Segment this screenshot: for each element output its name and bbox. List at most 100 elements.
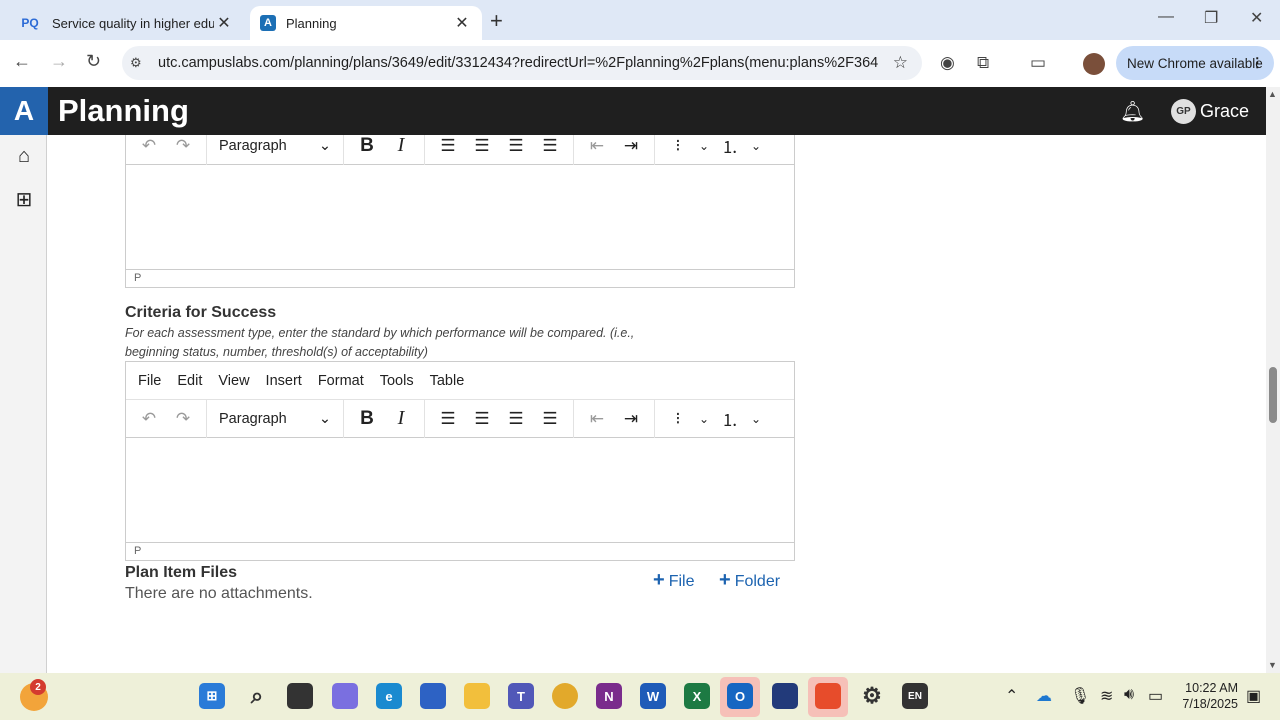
onedrive-icon[interactable]: ☁ [1036, 686, 1052, 706]
bookmark-star-icon[interactable]: ☆ [893, 53, 908, 73]
notification-center-icon[interactable]: ▣ [1246, 686, 1261, 706]
copilot-icon[interactable] [332, 683, 358, 709]
add-folder-button[interactable]: + Folder [719, 569, 780, 592]
minimize-icon[interactable]: — [1158, 8, 1174, 26]
bullet-list-icon[interactable]: ⁝ [661, 409, 695, 429]
align-justify-icon[interactable]: ☰ [533, 409, 567, 429]
scroll-down-icon[interactable]: ▼ [1268, 660, 1277, 670]
align-left-icon[interactable]: ☰ [431, 136, 465, 156]
close-tab-icon[interactable]: ✕ [214, 13, 234, 33]
search-icon[interactable]: ⌕ [244, 683, 270, 709]
home-icon[interactable]: ⌂ [12, 145, 36, 168]
align-center-icon[interactable]: ☰ [465, 136, 499, 156]
block-format-value: Paragraph [219, 137, 287, 154]
excel-icon[interactable]: X [684, 683, 710, 709]
new-tab-icon[interactable]: + [490, 8, 503, 34]
profile-avatar[interactable] [1083, 53, 1105, 75]
chevron-down-icon[interactable]: ⌄ [747, 139, 765, 153]
extension-grammarly-icon[interactable]: ◉ [940, 53, 955, 73]
more-menu-icon[interactable]: ⋮ [1251, 55, 1265, 71]
system-clock[interactable]: 10:22 AM 7/18/2025 [1178, 680, 1238, 712]
align-center-icon[interactable]: ☰ [465, 409, 499, 429]
onenote-icon[interactable]: N [596, 683, 622, 709]
language-indicator[interactable]: EN [902, 683, 928, 709]
user-name[interactable]: Grace [1200, 101, 1249, 122]
back-icon[interactable]: ← [13, 51, 31, 72]
outdent-icon[interactable]: ⇤ [580, 136, 614, 156]
menu-edit[interactable]: Edit [177, 373, 202, 389]
undo-icon[interactable]: ↶ [132, 136, 166, 156]
bold-icon[interactable]: B [350, 135, 384, 157]
page-scrollbar[interactable]: ▲ ▼ [1266, 87, 1280, 673]
align-right-icon[interactable]: ☰ [499, 136, 533, 156]
chrome-update-button[interactable]: New Chrome available ⋮ [1116, 46, 1274, 80]
microphone-icon[interactable]: 🎙︎ [1070, 686, 1090, 706]
add-file-button[interactable]: + File [653, 569, 694, 592]
hierarchy-icon[interactable]: ⊞ [12, 187, 36, 212]
battery-icon[interactable]: ▭ [1148, 686, 1163, 706]
indent-icon[interactable]: ⇥ [614, 409, 648, 429]
chevron-down-icon[interactable]: ⌄ [695, 139, 713, 153]
no-attachments-text: There are no attachments. [125, 585, 313, 602]
word-icon[interactable]: W [640, 683, 666, 709]
undo-icon[interactable]: ↶ [132, 409, 166, 429]
italic-icon[interactable]: I [384, 407, 418, 430]
scrollbar-thumb[interactable] [1269, 367, 1277, 423]
task-view-icon[interactable] [287, 683, 313, 709]
outdent-icon[interactable]: ⇤ [580, 409, 614, 429]
teams-icon[interactable]: T [508, 683, 534, 709]
tray-chevron-up-icon[interactable]: ⌃ [1005, 686, 1018, 706]
edge-icon[interactable]: e [376, 683, 402, 709]
microsoft-apps-icon[interactable] [815, 683, 841, 709]
menu-tools[interactable]: Tools [380, 373, 414, 389]
tab-service-quality[interactable]: PQ Service quality in higher educat ✕ [8, 6, 244, 40]
windows-start-icon[interactable]: ⊞ [199, 683, 225, 709]
numbered-list-icon[interactable]: ⒈ [713, 406, 747, 431]
wifi-icon[interactable]: ≋ [1100, 686, 1113, 706]
close-window-icon[interactable]: ✕ [1250, 8, 1263, 28]
scroll-up-icon[interactable]: ▲ [1268, 89, 1277, 99]
align-right-icon[interactable]: ☰ [499, 409, 533, 429]
address-bar[interactable]: ⚙ utc.campuslabs.com/planning/plans/3649… [122, 46, 922, 80]
extensions-puzzle-icon[interactable]: ⧉ [977, 53, 989, 73]
outlook-icon[interactable]: O [727, 683, 753, 709]
indent-icon[interactable]: ⇥ [614, 136, 648, 156]
block-format-select[interactable]: Paragraph ⌄ [213, 138, 337, 154]
menu-table[interactable]: Table [430, 373, 465, 389]
forward-icon[interactable]: → [50, 51, 68, 72]
editor-text-area[interactable] [126, 438, 794, 542]
menu-file[interactable]: File [138, 373, 161, 389]
menu-insert[interactable]: Insert [266, 373, 302, 389]
store-icon[interactable] [420, 683, 446, 709]
chrome-icon[interactable] [552, 683, 578, 709]
align-left-icon[interactable]: ☰ [431, 409, 465, 429]
settings-icon[interactable]: ⚙ [859, 683, 885, 709]
editor-text-area[interactable] [126, 165, 794, 269]
bullet-list-icon[interactable]: ⁝ [661, 136, 695, 156]
url-text[interactable]: utc.campuslabs.com/planning/plans/3649/e… [158, 55, 878, 71]
site-info-icon[interactable]: ⚙ [130, 55, 152, 71]
app-icon[interactable] [772, 683, 798, 709]
italic-icon[interactable]: I [384, 135, 418, 157]
numbered-list-icon[interactable]: ⒈ [713, 135, 747, 158]
restore-icon[interactable]: ❐ [1204, 8, 1218, 28]
user-avatar[interactable]: GP [1171, 99, 1196, 124]
tab-planning[interactable]: A Planning ✕ [250, 6, 482, 40]
block-format-select[interactable]: Paragraph ⌄ [213, 411, 337, 427]
file-explorer-icon[interactable] [464, 683, 490, 709]
anthology-logo[interactable]: A [0, 87, 48, 135]
reload-icon[interactable]: ↻ [86, 51, 101, 72]
rich-text-editor-criteria: File Edit View Insert Format Tools Table… [125, 361, 795, 561]
align-justify-icon[interactable]: ☰ [533, 136, 567, 156]
redo-icon[interactable]: ↷ [166, 136, 200, 156]
menu-view[interactable]: View [218, 373, 249, 389]
chevron-down-icon[interactable]: ⌄ [695, 412, 713, 426]
chevron-down-icon[interactable]: ⌄ [747, 412, 765, 426]
close-tab-icon[interactable]: ✕ [452, 13, 472, 33]
redo-icon[interactable]: ↷ [166, 409, 200, 429]
notifications-bell-icon[interactable]: 🔔︎ [1120, 99, 1145, 124]
menu-format[interactable]: Format [318, 373, 364, 389]
bold-icon[interactable]: B [350, 408, 384, 430]
volume-icon[interactable]: 🔊︎ [1124, 686, 1134, 704]
tab-search-icon[interactable]: ▭ [1030, 53, 1046, 73]
